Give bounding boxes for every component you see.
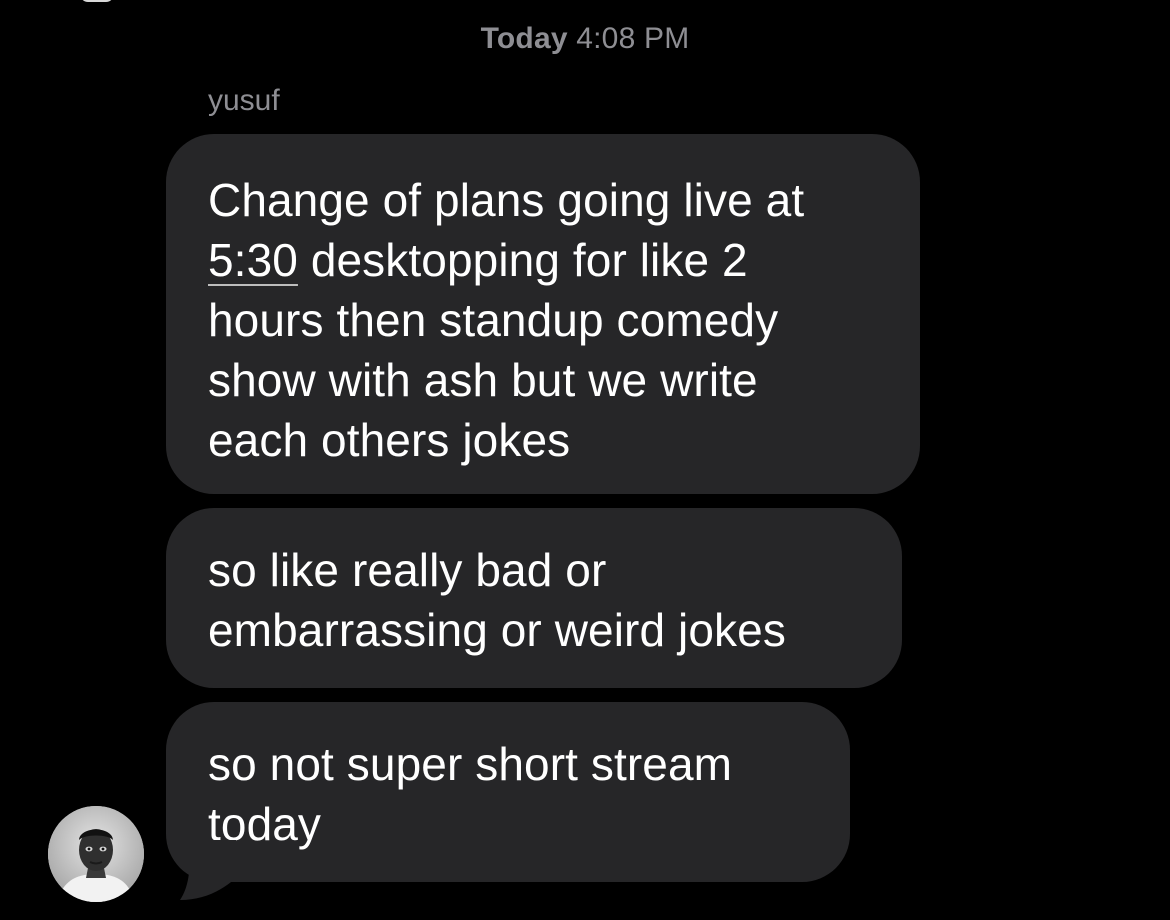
message-line: so like really bad or [208, 544, 607, 596]
message-line: hours then standup comedy [208, 294, 779, 346]
message-line: Change of plans going live at [208, 174, 805, 226]
cropped-status-glyphs [80, 0, 190, 6]
message-text: desktopping for like 2 [297, 234, 748, 286]
message-line: so not super short stream [208, 738, 733, 790]
cropped-glyph [80, 0, 114, 2]
timestamp-day: Today [480, 22, 568, 55]
message-line: today [208, 798, 322, 850]
message-line: 5:30 desktopping for like 2 [208, 230, 880, 290]
sender-name: yusuf [208, 84, 280, 117]
bubble-tail-icon [180, 840, 236, 900]
avatar[interactable] [48, 806, 144, 902]
time-link[interactable]: 5:30 [208, 234, 298, 286]
message-line: embarrassing or weird jokes [208, 604, 786, 656]
avatar-photo-icon [48, 806, 144, 902]
message-bubble[interactable]: Change of plans going live at 5:30 deskt… [166, 134, 920, 494]
message-bubble[interactable]: so not super short stream today [166, 702, 850, 882]
message-line: show with ash but we write [208, 354, 758, 406]
message-line: each others jokes [208, 414, 571, 466]
timestamp-time: 4:08 PM [576, 22, 690, 55]
message-timestamp: Today 4:08 PM [0, 22, 1170, 56]
message-bubble[interactable]: so like really bad or embarrassing or we… [166, 508, 902, 688]
